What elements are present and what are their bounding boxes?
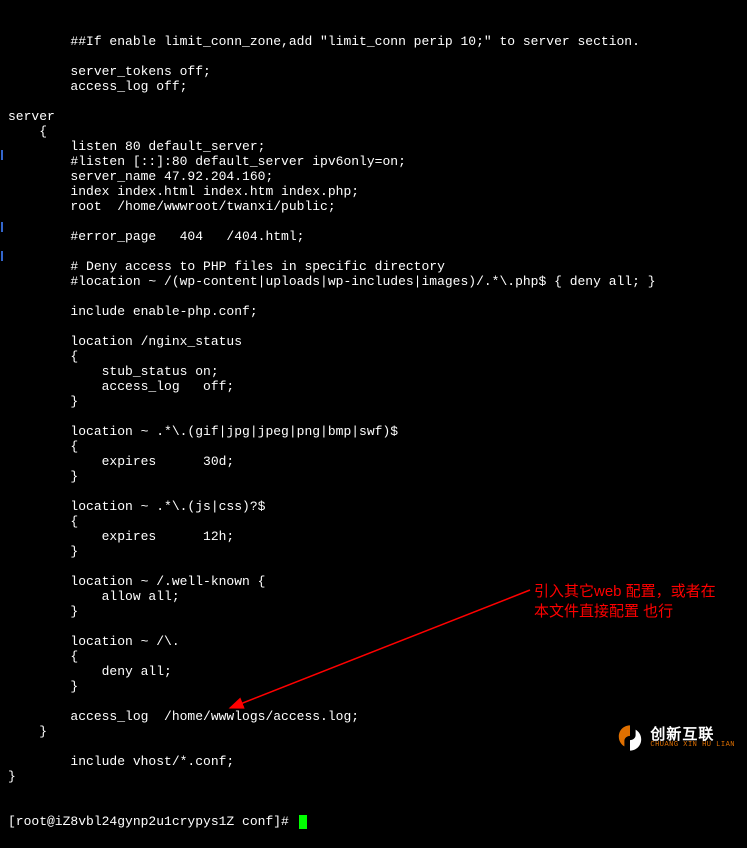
logo-en: CHUANG XIN HU LIAN <box>650 742 735 749</box>
code-line: listen 80 default_server; <box>8 139 739 154</box>
annotation-line-2: 本文件直接配置 也行 <box>534 602 716 622</box>
code-line: } <box>8 544 739 559</box>
code-line: location ~ .*\.(js|css)?$ <box>8 499 739 514</box>
code-line: { <box>8 349 739 364</box>
code-line <box>8 289 739 304</box>
code-line: server_tokens off; <box>8 64 739 79</box>
code-line: # Deny access to PHP files in specific d… <box>8 259 739 274</box>
watermark-logo: 创新互联 CHUANG XIN HU LIAN <box>616 724 735 752</box>
code-line: { <box>8 649 739 664</box>
code-line: access_log /home/wwwlogs/access.log; <box>8 709 739 724</box>
code-line: { <box>8 514 739 529</box>
code-line: include vhost/*.conf; <box>8 754 739 769</box>
logo-text: 创新互联 CHUANG XIN HU LIAN <box>650 727 735 749</box>
code-line: } <box>8 679 739 694</box>
code-line: include enable-php.conf; <box>8 304 739 319</box>
code-line <box>8 214 739 229</box>
code-line <box>8 559 739 574</box>
code-line: access_log off; <box>8 379 739 394</box>
code-line: location ~ /\. <box>8 634 739 649</box>
code-line: expires 30d; <box>8 454 739 469</box>
code-line <box>8 484 739 499</box>
code-line <box>8 409 739 424</box>
code-line: location /nginx_status <box>8 334 739 349</box>
code-line: expires 12h; <box>8 529 739 544</box>
code-line <box>8 319 739 334</box>
code-line <box>8 244 739 259</box>
terminal-output: ##If enable limit_conn_zone,add "limit_c… <box>0 0 747 848</box>
code-line: } <box>8 469 739 484</box>
code-line <box>8 694 739 709</box>
code-line: { <box>8 439 739 454</box>
code-line: ##If enable limit_conn_zone,add "limit_c… <box>8 34 739 49</box>
code-line: server_name 47.92.204.160; <box>8 169 739 184</box>
logo-icon <box>616 724 644 752</box>
code-line: stub_status on; <box>8 364 739 379</box>
code-line: } <box>8 769 739 784</box>
code-line: access_log off; <box>8 79 739 94</box>
code-line: #error_page 404 /404.html; <box>8 229 739 244</box>
code-line: deny all; <box>8 664 739 679</box>
code-line: root /home/wwwroot/twanxi/public; <box>8 199 739 214</box>
annotation-text: 引入其它web 配置，或者在 本文件直接配置 也行 <box>534 582 716 622</box>
code-line: #listen [::]:80 default_server ipv6only=… <box>8 154 739 169</box>
code-line <box>8 94 739 109</box>
code-line: { <box>8 124 739 139</box>
code-line: #location ~ /(wp-content|uploads|wp-incl… <box>8 274 739 289</box>
code-line: } <box>8 394 739 409</box>
code-line <box>8 49 739 64</box>
logo-cn: 创新互联 <box>650 727 735 742</box>
code-line: index index.html index.htm index.php; <box>8 184 739 199</box>
shell-prompt-line[interactable]: [root@iZ8vbl24gynp2u1crypys1Z conf]# <box>8 814 739 829</box>
cursor <box>299 815 307 829</box>
code-line: server <box>8 109 739 124</box>
code-line: location ~ .*\.(gif|jpg|jpeg|png|bmp|swf… <box>8 424 739 439</box>
annotation-line-1: 引入其它web 配置，或者在 <box>534 582 716 602</box>
shell-prompt: [root@iZ8vbl24gynp2u1crypys1Z conf]# <box>8 814 297 829</box>
